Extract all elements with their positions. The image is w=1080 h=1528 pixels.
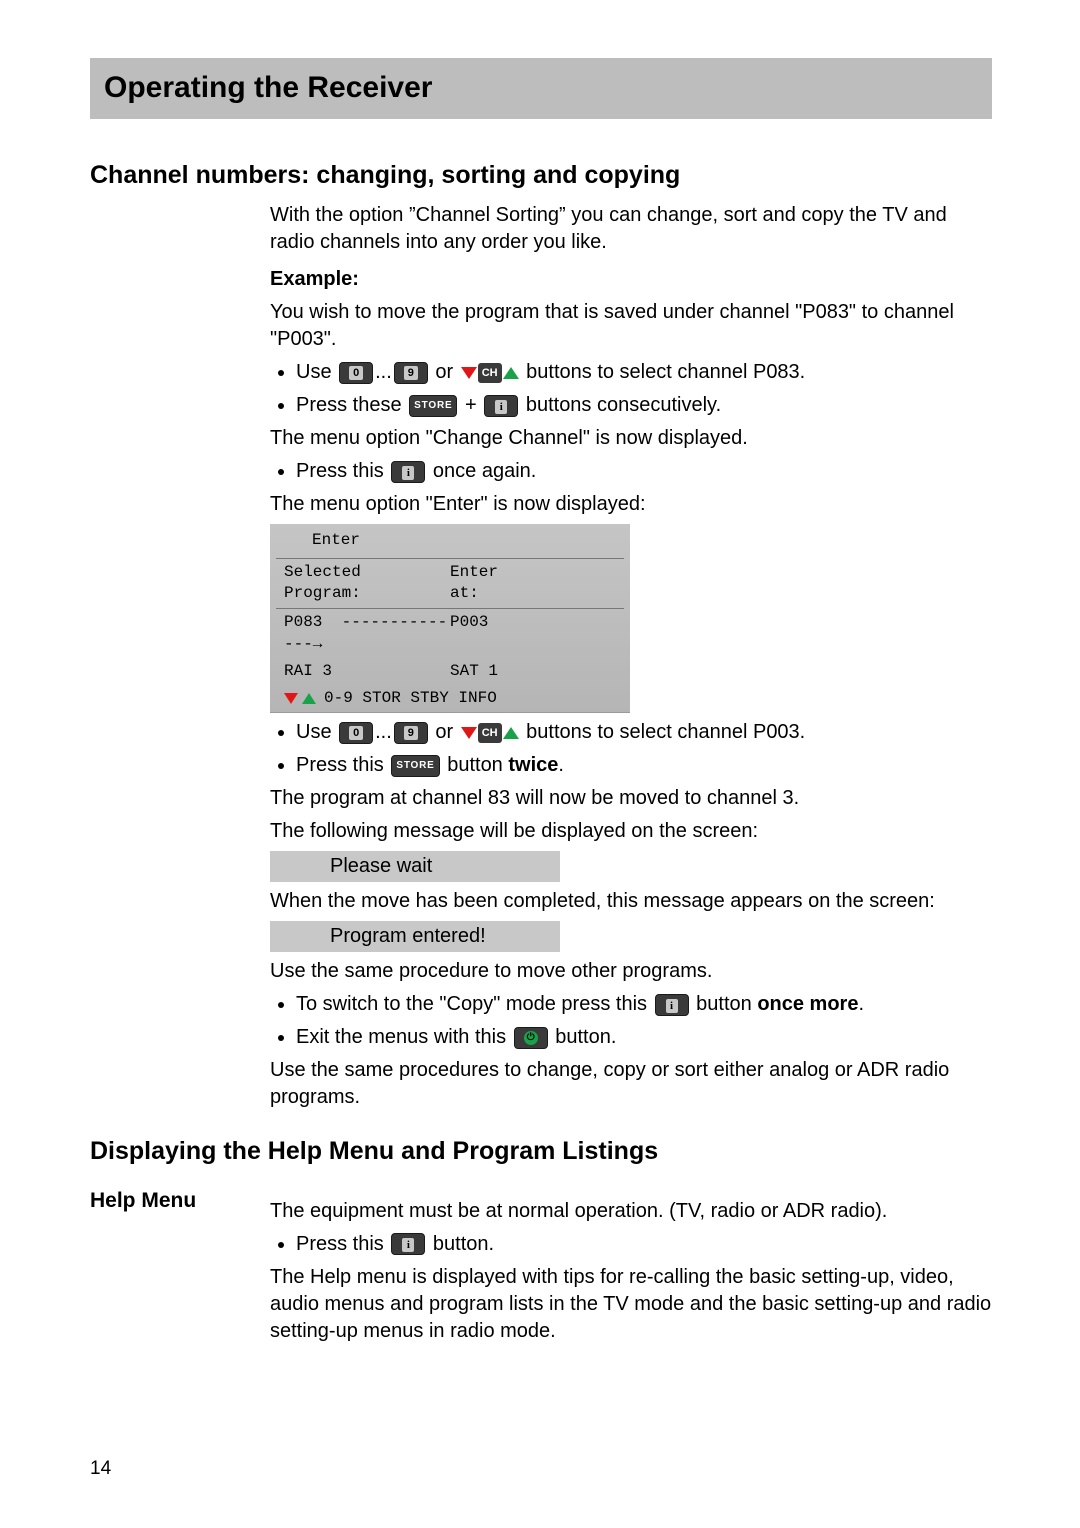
text: Exit the menus with this bbox=[296, 1026, 512, 1048]
text: Use bbox=[296, 361, 337, 383]
osd-title: Enter bbox=[270, 524, 630, 558]
heading-channel-numbers: Channel numbers: changing, sorting and c… bbox=[90, 159, 992, 193]
page-number: 14 bbox=[90, 1456, 111, 1482]
text: . bbox=[558, 754, 564, 776]
intro-paragraph: With the option ”Channel Sorting” you ca… bbox=[270, 202, 992, 256]
text: buttons consecutively. bbox=[526, 394, 721, 416]
text: Press this bbox=[296, 754, 389, 776]
info-button-icon: i bbox=[655, 994, 689, 1016]
osd-src-ch: P083 bbox=[284, 613, 322, 631]
bullet-press-info: Press this i button. bbox=[296, 1231, 992, 1258]
msg-program-entered: Program entered! bbox=[270, 921, 560, 952]
bullet-press-info-again: Press this i once again. bbox=[296, 458, 992, 485]
osd-dst-name: SAT 1 bbox=[450, 661, 616, 683]
text: Press these bbox=[296, 394, 407, 416]
final-paragraph: Use the same procedures to change, copy … bbox=[270, 1057, 992, 1111]
example-intro: You wish to move the program that is sav… bbox=[270, 299, 992, 353]
osd-src-name: RAI 3 bbox=[284, 661, 450, 683]
bullet-press-store-info: Press these STORE + i buttons consecutiv… bbox=[296, 392, 992, 419]
section1-content: With the option ”Channel Sorting” you ca… bbox=[270, 202, 992, 1111]
ch-up-down-icon: CH bbox=[461, 363, 519, 383]
bold-twice: twice bbox=[508, 754, 558, 776]
osd-help-text: 0-9 STOR STBY INFO bbox=[324, 688, 497, 710]
use-same-procedure: Use the same procedure to move other pro… bbox=[270, 958, 992, 985]
text: once again. bbox=[433, 460, 536, 482]
info-button-icon: i bbox=[391, 461, 425, 483]
help-body: The Help menu is displayed with tips for… bbox=[270, 1264, 992, 1345]
ch-up-down-icon: CH bbox=[461, 723, 519, 743]
change-channel-displayed: The menu option "Change Channel" is now … bbox=[270, 425, 992, 452]
text: button. bbox=[433, 1233, 494, 1255]
text: Press this bbox=[296, 460, 389, 482]
text: . bbox=[858, 993, 864, 1015]
osd-right-l1: Enter bbox=[450, 562, 616, 584]
text: Press this bbox=[296, 1233, 389, 1255]
bullet-copy-mode: To switch to the "Copy" mode press this … bbox=[296, 991, 992, 1018]
heading-help-menu: Displaying the Help Menu and Program Lis… bbox=[90, 1135, 992, 1169]
button-9-icon: 9 bbox=[394, 362, 428, 384]
text: buttons to select channel P083. bbox=[526, 361, 805, 383]
bullet-select-p083: Use 0...9 or CH buttons to select channe… bbox=[296, 359, 992, 386]
osd-dst-ch: P003 bbox=[450, 612, 616, 655]
text: To switch to the "Copy" mode press this bbox=[296, 993, 653, 1015]
store-button-icon: STORE bbox=[409, 395, 457, 417]
bullet-exit-menus: Exit the menus with this ⏻ button. bbox=[296, 1024, 992, 1051]
enter-displayed: The menu option "Enter" is now displayed… bbox=[270, 491, 992, 518]
section-banner: Operating the Receiver bbox=[90, 58, 992, 119]
text: Use bbox=[296, 721, 337, 743]
text: button bbox=[447, 754, 508, 776]
moved-to-3: The program at channel 83 will now be mo… bbox=[270, 785, 992, 812]
text: buttons to select channel P003. bbox=[526, 721, 805, 743]
button-0-icon: 0 bbox=[339, 362, 373, 384]
help-intro: The equipment must be at normal operatio… bbox=[270, 1198, 992, 1225]
following-message: The following message will be displayed … bbox=[270, 818, 992, 845]
example-label: Example: bbox=[270, 266, 992, 293]
osd-help-row: 0-9 STOR STBY INFO bbox=[270, 686, 630, 714]
osd-left-l1: Selected bbox=[284, 562, 450, 584]
msg-please-wait: Please wait bbox=[270, 851, 560, 882]
up-triangle-icon bbox=[302, 693, 316, 704]
bullet-select-p003: Use 0...9 or CH buttons to select channe… bbox=[296, 719, 992, 746]
button-0-icon: 0 bbox=[339, 722, 373, 744]
text: button. bbox=[555, 1026, 616, 1048]
osd-enter-screen: Enter Selected Program: Enter at: P083 -… bbox=[270, 524, 630, 713]
text: or bbox=[435, 361, 458, 383]
down-triangle-icon bbox=[284, 693, 298, 704]
bullet-press-store-twice: Press this STORE button twice. bbox=[296, 752, 992, 779]
store-button-icon: STORE bbox=[391, 755, 439, 777]
section2-content: The equipment must be at normal operatio… bbox=[270, 1198, 992, 1345]
bold-once-more: once more bbox=[757, 993, 858, 1015]
osd-left-l2: Program: bbox=[284, 583, 450, 605]
info-button-icon: i bbox=[484, 395, 518, 417]
text: or bbox=[435, 721, 458, 743]
info-button-icon: i bbox=[391, 1233, 425, 1255]
power-button-icon: ⏻ bbox=[514, 1027, 548, 1049]
osd-right-l2: at: bbox=[450, 583, 616, 605]
text: button bbox=[696, 993, 757, 1015]
after-move-message: When the move has been completed, this m… bbox=[270, 888, 992, 915]
button-9-icon: 9 bbox=[394, 722, 428, 744]
text: + bbox=[465, 394, 482, 416]
